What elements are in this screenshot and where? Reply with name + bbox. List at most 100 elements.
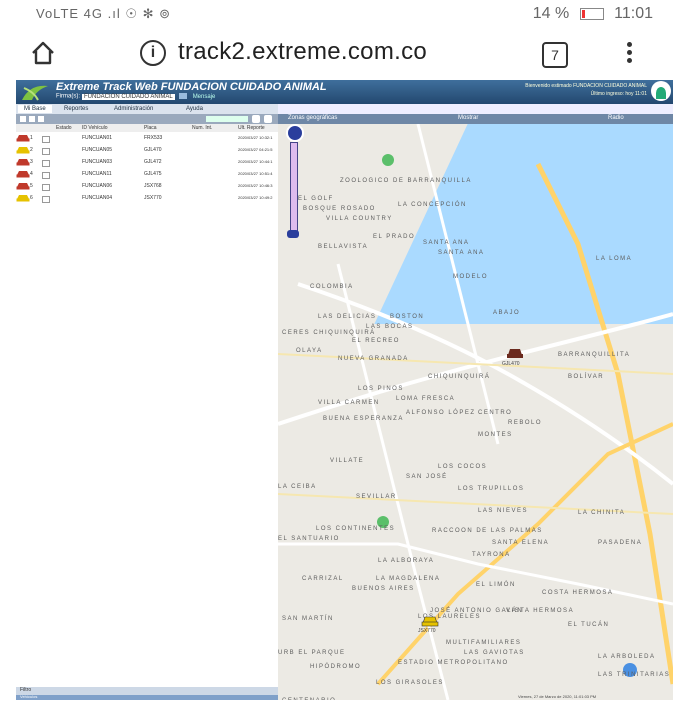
list-view-button[interactable]	[29, 116, 35, 122]
select-all-button[interactable]	[38, 116, 44, 122]
avatar[interactable]	[651, 81, 671, 101]
map-label: MULTIFAMILIARES	[446, 640, 522, 646]
row-checkbox[interactable]	[42, 148, 50, 155]
map-label: LA ARBOLEDA	[598, 654, 656, 660]
map-label: LA CONCEPCIÓN	[398, 202, 467, 208]
table-row[interactable]: 1 FUNCUAN01 FRX533 2020/03/27 10:32:1	[16, 134, 278, 144]
vehicle-plate: FRX533	[144, 135, 163, 141]
map-label: CENTRO	[478, 410, 513, 416]
row-number: 1	[30, 135, 33, 141]
map-label: EL RECREO	[352, 338, 400, 344]
row-number: 5	[30, 183, 33, 189]
col-estado[interactable]: Estado	[56, 125, 72, 131]
table-row[interactable]: 6 FUNCUAN04 JSX770 2020/03/27 10:49:2	[16, 194, 278, 204]
vehicle-plate: JSX768	[144, 183, 162, 189]
tab-mi-base[interactable]: Mi Base	[18, 105, 52, 113]
vehicle-plate: GJL472	[144, 159, 162, 165]
last-report-date: 2020/03/27 10:51:4	[238, 171, 273, 176]
map-label: COSTA HERMOSA	[542, 590, 614, 596]
info-icon[interactable]: i	[140, 40, 166, 66]
logo-icon	[22, 85, 48, 101]
map-label: LAS NIEVES	[478, 508, 529, 514]
firma-select[interactable]: FUNDACION CUIDADO ANIMAL	[82, 93, 175, 100]
footer-label: Vehículos	[20, 694, 38, 699]
map-label: LA LOMA	[596, 256, 633, 262]
tab-count-button[interactable]: 7	[542, 42, 568, 68]
filter-bar[interactable]: Filtro	[16, 687, 278, 695]
table-row[interactable]: 4 FUNCUAN11 GJL475 2020/03/27 10:51:4	[16, 170, 278, 180]
map-label: MONTES	[478, 432, 513, 438]
tab-reportes[interactable]: Reportes	[58, 105, 94, 113]
map-label: LOS COCOS	[438, 464, 488, 470]
map-panel[interactable]: Zonas geográficas Mostrar Radio ZOOLOGIC…	[278, 114, 673, 700]
col-last-report[interactable]: Ult. Reporte	[238, 125, 265, 131]
map-label: SANTA ANA	[438, 250, 485, 256]
row-checkbox[interactable]	[42, 196, 50, 203]
map-label: CENTENARIO	[282, 698, 336, 700]
show-button[interactable]: Mostrar	[458, 115, 478, 121]
vehicle-plate: JSX770	[144, 195, 162, 201]
table-row[interactable]: 2 FUNCUAN05 GJL470 2020/03/27 04:21:5	[16, 146, 278, 156]
zoom-track[interactable]	[290, 142, 298, 234]
refresh-button[interactable]	[20, 116, 26, 122]
car-icon	[16, 171, 30, 178]
home-icon[interactable]	[30, 40, 56, 66]
search-button[interactable]	[252, 115, 260, 123]
app-nav: Mi Base Reportes Administración Ayuda	[16, 104, 278, 114]
map-label: ALFONSO LÓPEZ	[406, 410, 476, 416]
row-checkbox[interactable]	[42, 172, 50, 179]
col-num-int[interactable]: Num. Int.	[192, 125, 212, 131]
search-input[interactable]	[206, 116, 248, 122]
map-toolbar: Zonas geográficas Mostrar Radio	[278, 114, 673, 124]
brand-name: Extreme Track Web	[56, 81, 158, 93]
map-label: VILLATE	[330, 458, 365, 464]
battery-icon	[579, 7, 604, 20]
marker-label-1: GJL470	[502, 361, 520, 367]
settings-icon[interactable]	[264, 115, 272, 123]
overflow-menu-icon[interactable]	[627, 42, 633, 66]
list-toolbar	[16, 114, 278, 124]
row-checkbox[interactable]	[42, 160, 50, 167]
marker-label-2: JSX770	[418, 628, 436, 634]
map-label: VILLA CARMEN	[318, 400, 380, 406]
browser-address-bar: i track2.extreme.com.co 7	[0, 28, 673, 80]
col-vehicle-id[interactable]: ID Vehículo	[82, 125, 108, 131]
tab-administracion[interactable]: Administración	[108, 105, 159, 113]
map-label: NUEVA GRANADA	[338, 356, 409, 362]
messages-link[interactable]: Mensaje	[193, 94, 216, 100]
map-label: VILLA COUNTRY	[326, 216, 393, 222]
vehicle-id: FUNCUAN03	[82, 159, 113, 165]
map-label: ABAJO	[493, 310, 521, 316]
row-checkbox[interactable]	[42, 136, 50, 143]
col-plate[interactable]: Placa	[144, 125, 157, 131]
vehicle-id: FUNCUAN11	[82, 171, 112, 177]
car-icon	[16, 147, 30, 154]
car-icon	[16, 135, 30, 142]
zoom-slider[interactable]	[287, 230, 299, 238]
firma-go-button[interactable]	[178, 93, 187, 99]
footer-bar: Vehículos	[16, 694, 278, 700]
status-right: 14 % 11:01	[533, 5, 653, 23]
map-label: SAN MARTÍN	[282, 616, 334, 622]
map-label: EL TUCÁN	[568, 622, 610, 628]
firma-row: Firma(s): FUNDACION CUIDADO ANIMAL Mensaje	[56, 93, 215, 100]
row-number: 6	[30, 195, 33, 201]
vehicle-marker-yellow[interactable]	[421, 614, 439, 628]
map-label: OLAYA	[296, 348, 323, 354]
map-label: LAS GAVIOTAS	[464, 650, 525, 656]
table-row[interactable]: 3 FUNCUAN03 GJL472 2020/03/27 10:44:1	[16, 158, 278, 168]
row-number: 3	[30, 159, 33, 165]
vehicle-marker-red[interactable]	[506, 346, 524, 360]
car-icon	[16, 183, 30, 190]
map-label: LOMA FRESCA	[396, 396, 456, 402]
tab-ayuda[interactable]: Ayuda	[180, 105, 209, 113]
url-text[interactable]: track2.extreme.com.co	[178, 38, 427, 66]
radius-button[interactable]: Radio	[608, 115, 624, 121]
map-label: VISTA HERMOSA	[506, 608, 575, 614]
map-label: BOSTON	[390, 314, 425, 320]
map-label: EL SANTUARIO	[278, 536, 340, 542]
row-checkbox[interactable]	[42, 184, 50, 191]
pan-control-icon[interactable]	[286, 124, 304, 142]
table-row[interactable]: 5 FUNCUAN06 JSX768 2020/03/27 10:46:3	[16, 182, 278, 192]
zones-button[interactable]: Zonas geográficas	[288, 115, 337, 121]
